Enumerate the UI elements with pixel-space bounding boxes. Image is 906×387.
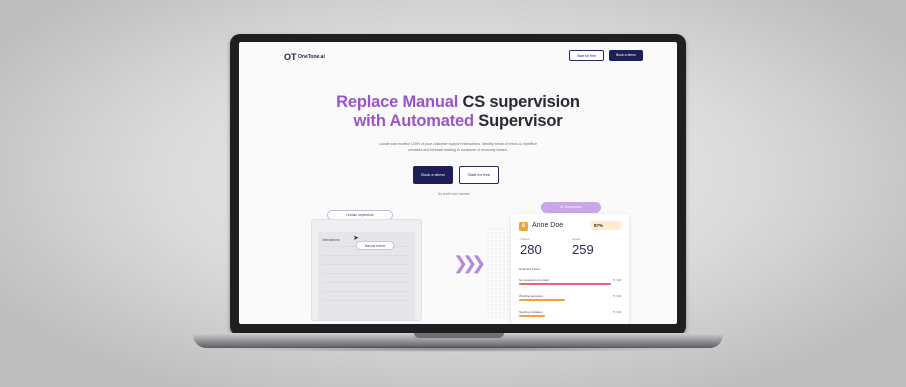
laptop-shadow — [215, 346, 701, 352]
hero-title-line2: with Automated Supervisor — [239, 112, 677, 131]
hero-accent-1: Replace Manual — [336, 93, 459, 111]
start-free-button[interactable]: Start for free — [459, 166, 499, 184]
kpi-issues-value: 259 — [572, 242, 594, 257]
hero-subtitle-line1: Locate and monitor 100% of your customer… — [378, 142, 537, 146]
agent-name: Anne Doe — [532, 222, 564, 229]
laptop-notch — [414, 333, 504, 338]
kpi-tickets-label: Tickets — [520, 237, 530, 241]
metric-row: Spelling mistakes 5 / 10 — [519, 310, 621, 314]
top-navigation: OT OneTone.ai Start for free Book a demo — [239, 42, 677, 70]
start-free-nav-button[interactable]: Start for free — [569, 50, 604, 61]
agent-score-card: A Anne Doe 87% Tickets 280 Issues 259 De… — [511, 214, 629, 324]
manual-review-pill: Manual review — [356, 241, 394, 250]
manual-mock-card: Interactions — [311, 219, 422, 321]
hero-title-line1: Replace Manual CS supervision — [239, 93, 677, 112]
metric-bar — [519, 315, 545, 317]
ai-supervisor-tag: AI Supervisor — [541, 202, 601, 213]
book-demo-nav-button[interactable]: Book a demo — [609, 50, 643, 61]
hero-subtitle-line2: mistakes and forecast leading to consume… — [408, 148, 508, 152]
metric-bar — [519, 299, 565, 301]
logo-text[interactable]: OneTone.ai — [298, 54, 325, 60]
mock-table-lines — [322, 246, 411, 306]
metric-row: No resolution provided 5 / 20 — [519, 278, 621, 282]
kpi-tickets-value: 280 — [520, 242, 542, 257]
metric-value: 5 / 20 — [613, 278, 621, 282]
laptop-screen: OT OneTone.ai Start for free Book a demo… — [239, 42, 677, 324]
laptop-lid: OT OneTone.ai Start for free Book a demo… — [230, 34, 686, 336]
detected-issues-label: Detected issues — [519, 267, 541, 271]
metric-bar — [519, 283, 611, 285]
kpi-issues-label: Issues — [572, 237, 581, 241]
avatar: A — [519, 222, 528, 231]
logo-icon[interactable]: OT — [284, 52, 297, 62]
metric-value: 5 / 10 — [613, 294, 621, 298]
metric-value: 5 / 10 — [613, 310, 621, 314]
metric-row: Wording accuracy 5 / 10 — [519, 294, 621, 298]
book-demo-button[interactable]: Book a demo — [413, 166, 453, 184]
hero-rest-2: Supervisor — [478, 112, 563, 130]
no-credit-card-note: No credit card needed — [438, 192, 470, 196]
score-badge: 87% — [591, 221, 621, 230]
metric-label: Spelling mistakes — [519, 310, 543, 314]
metric-label: No resolution provided — [519, 278, 550, 282]
chevrons-right-icon: ❯❯❯ — [453, 253, 486, 273]
dot-grid-decoration — [486, 227, 508, 317]
metric-label: Wording accuracy — [519, 294, 543, 298]
mock-row-label: Interactions — [322, 238, 340, 242]
hero-accent-2: with Automated — [353, 112, 475, 130]
hero-rest-1: CS supervision — [462, 93, 580, 111]
